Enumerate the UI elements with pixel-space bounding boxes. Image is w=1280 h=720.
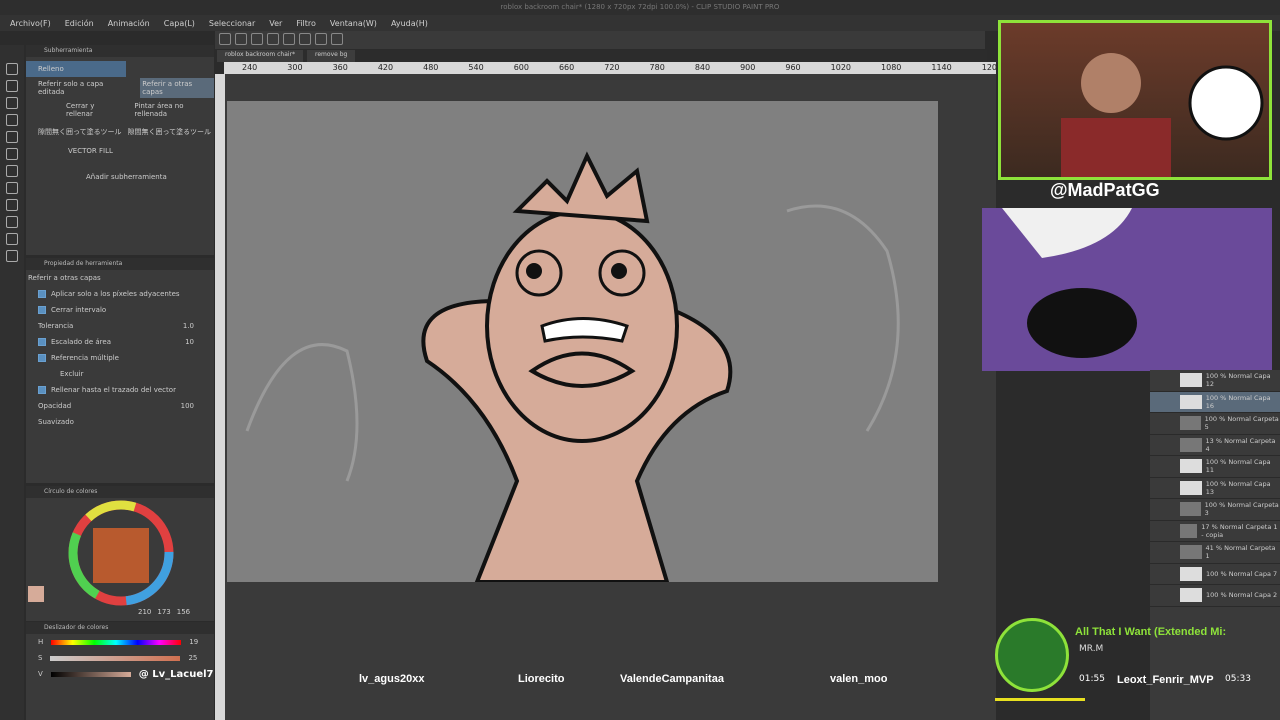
webcam-overlay bbox=[998, 20, 1272, 180]
layer-item[interactable]: 100 % Normal Capa 7 bbox=[1150, 564, 1280, 585]
song-title: All That I Want (Extended Mi: bbox=[1075, 626, 1227, 638]
multiple-reference-checkbox[interactable]: Referencia múltiple bbox=[26, 350, 214, 366]
clear-icon[interactable] bbox=[299, 33, 311, 45]
horizontal-ruler: 240 300 360 420 480 540 600 660 720 780 840 900 960 1… bbox=[224, 62, 996, 74]
rgb-readout: 210 173 156 bbox=[138, 608, 191, 616]
area-scaling-checkbox[interactable]: Escalado de área 10 bbox=[26, 334, 214, 350]
fill-to-vector-checkbox[interactable]: Rellenar hasta el trazado del vector bbox=[26, 382, 214, 398]
subtool-header: Subherramienta bbox=[26, 45, 214, 57]
hue-slider[interactable]: H 19 bbox=[26, 634, 214, 650]
value-slider[interactable]: V @ Lv_Lacuel7 bbox=[26, 666, 214, 682]
pen-icon[interactable] bbox=[6, 148, 18, 160]
song-artist: MR.M bbox=[1079, 644, 1104, 654]
window-title: roblox backroom chair* (1280 x 720px 72d… bbox=[0, 0, 1280, 15]
color-wheel[interactable] bbox=[26, 498, 214, 618]
pencil-icon[interactable] bbox=[6, 165, 18, 177]
music-widget: All That I Want (Extended Mi: MR.M 01:55… bbox=[995, 618, 1280, 706]
gradient-icon[interactable] bbox=[6, 233, 18, 245]
transform-icon[interactable] bbox=[315, 33, 327, 45]
layer-item[interactable]: 17 % Normal Carpeta 1 - copia bbox=[1150, 521, 1280, 542]
lasso-icon[interactable] bbox=[6, 114, 18, 126]
layer-item[interactable]: 100 % Normal Capa 12 bbox=[1150, 370, 1280, 392]
undo-icon[interactable] bbox=[267, 33, 279, 45]
layer-item[interactable]: 100 % Normal Carpeta 5 bbox=[1150, 413, 1280, 435]
fill-icon[interactable] bbox=[6, 216, 18, 228]
toolprop-title: Referir a otras capas bbox=[28, 274, 101, 282]
layer-item[interactable]: 100 % Normal Carpeta 3 bbox=[1150, 499, 1280, 521]
color-wheel-panel: Círculo de colores 210 173 156 bbox=[26, 486, 214, 621]
drawing-canvas[interactable] bbox=[227, 101, 938, 582]
menu-edicion[interactable]: Edición bbox=[65, 19, 94, 28]
tab-document[interactable]: roblox backroom chair* bbox=[217, 50, 304, 62]
subtool-panel: Subherramienta Relleno Referir solo a ca… bbox=[26, 45, 214, 255]
menu-seleccionar[interactable]: Seleccionar bbox=[209, 19, 255, 28]
chat-overlay: lv_agus20xx Liorecito ValendeCampanitaa … bbox=[340, 673, 980, 689]
time-elapsed: 01:55 bbox=[1079, 674, 1105, 684]
tool-property-panel: Propiedad de herramienta Referir a otras… bbox=[26, 258, 214, 483]
toolprop-header: Propiedad de herramienta bbox=[26, 258, 214, 270]
layer-item[interactable]: 100 % Normal Capa 13 bbox=[1150, 478, 1280, 499]
menu-ayuda[interactable]: Ayuda(H) bbox=[391, 19, 428, 28]
menu-ver[interactable]: Ver bbox=[269, 19, 282, 28]
album-art bbox=[995, 618, 1069, 692]
cat-cam bbox=[982, 208, 1272, 371]
artwork bbox=[245, 151, 900, 582]
chat-name: Leoxt_Fenrir_MVP bbox=[1117, 674, 1214, 686]
brush-icon[interactable] bbox=[6, 182, 18, 194]
redo-icon[interactable] bbox=[283, 33, 295, 45]
save-icon[interactable] bbox=[251, 33, 263, 45]
adjacent-pixels-checkbox[interactable]: Aplicar solo a los píxeles adyacentes bbox=[26, 286, 214, 302]
close-gap-checkbox[interactable]: Cerrar intervalo bbox=[26, 302, 214, 318]
song-progress bbox=[995, 698, 1085, 701]
chat-name: valen_moo bbox=[830, 673, 888, 685]
layer-item[interactable]: 41 % Normal Carpeta 1 bbox=[1150, 542, 1280, 564]
open-icon[interactable] bbox=[235, 33, 247, 45]
color-slider-panel: Deslizador de colores H 19 S 25 V @ Lv_Lacu… bbox=[26, 622, 214, 720]
subtool-item[interactable]: Cerrar y rellenar Pintar área no rellenad… bbox=[26, 99, 214, 121]
menu-capa[interactable]: Capa(L) bbox=[164, 19, 195, 28]
text-icon[interactable] bbox=[6, 250, 18, 262]
antialias-row[interactable]: Suavizado bbox=[26, 414, 214, 430]
chat-user: @ Lv_Lacuel7 bbox=[138, 668, 214, 680]
subtool-item[interactable]: Referir solo a capa editada Referir a otr… bbox=[26, 77, 214, 99]
zoom-icon[interactable] bbox=[6, 63, 18, 75]
tool-palette bbox=[0, 45, 24, 720]
saturation-slider[interactable]: S 25 bbox=[26, 650, 214, 666]
select-all-icon[interactable] bbox=[331, 33, 343, 45]
menu-filtro[interactable]: Filtro bbox=[296, 19, 316, 28]
eraser-icon[interactable] bbox=[6, 199, 18, 211]
command-bar bbox=[215, 31, 985, 49]
chat-name: lv_agus20xx bbox=[359, 673, 425, 685]
menu-ventana[interactable]: Ventana(W) bbox=[330, 19, 377, 28]
new-icon[interactable] bbox=[219, 33, 231, 45]
exclude-row[interactable]: Excluir bbox=[26, 366, 214, 382]
opacity-row[interactable]: Opacidad 100 bbox=[26, 398, 214, 414]
streamer-handle: @MadPatGG bbox=[1050, 180, 1160, 200]
layer-item[interactable]: 100 % Normal Capa 2 bbox=[1150, 585, 1280, 607]
layer-item[interactable]: 100 % Normal Capa 11 bbox=[1150, 456, 1280, 478]
time-total: 05:33 bbox=[1225, 674, 1251, 684]
layer-item-selected[interactable]: 100 % Normal Capa 16 bbox=[1150, 391, 1280, 413]
vertical-ruler bbox=[215, 74, 225, 720]
eyedropper-icon[interactable] bbox=[6, 131, 18, 143]
add-subtool-button[interactable]: Añadir subherramienta bbox=[26, 169, 214, 185]
layer-item[interactable]: 13 % Normal Carpeta 4 bbox=[1150, 435, 1280, 456]
subtool-item-vector-fill[interactable]: VECTOR FILL bbox=[26, 143, 214, 159]
chat-name: ValendeCampanitaa bbox=[620, 673, 724, 685]
menu-archivo[interactable]: Archivo(F) bbox=[10, 19, 51, 28]
colorslider-header: Deslizador de colores bbox=[26, 622, 214, 634]
document-tabs: roblox backroom chair* remove bg bbox=[217, 50, 987, 62]
subtool-item[interactable]: 隙間無く囲って塗るツール 隙間無く囲って塗るツール bbox=[26, 121, 214, 143]
select-icon[interactable] bbox=[6, 97, 18, 109]
subtool-group[interactable]: Relleno bbox=[26, 61, 126, 77]
chat-name: Liorecito bbox=[518, 673, 565, 685]
tolerance-row[interactable]: Tolerancia 1.0 bbox=[26, 318, 214, 334]
tab-remove-bg[interactable]: remove bg bbox=[307, 50, 356, 62]
move-icon[interactable] bbox=[6, 80, 18, 92]
menu-animacion[interactable]: Animación bbox=[108, 19, 150, 28]
colorwheel-header: Círculo de colores bbox=[26, 486, 214, 498]
